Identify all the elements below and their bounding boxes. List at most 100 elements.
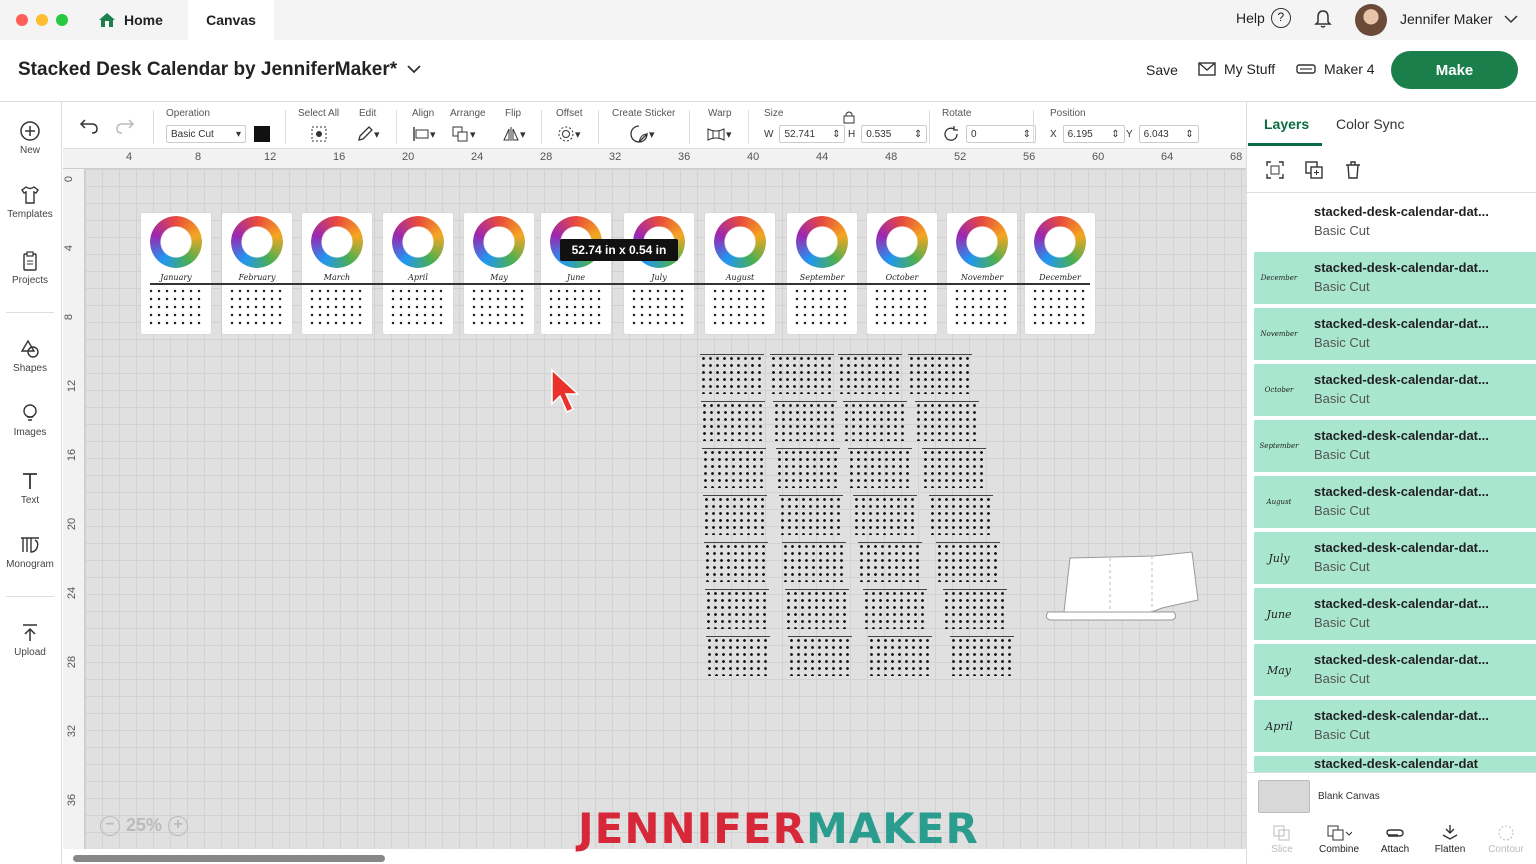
calendar-date-block[interactable]: [908, 354, 972, 394]
group-icon[interactable]: [1265, 160, 1285, 180]
calendar-date-block[interactable]: [776, 448, 840, 488]
calendar-date-block[interactable]: [936, 542, 1000, 582]
contour-button[interactable]: Contour: [1478, 824, 1534, 855]
sidebar-item-monogram[interactable]: Monogram: [0, 534, 60, 570]
calendar-date-block[interactable]: [863, 589, 927, 629]
rotate-input[interactable]: 0 ⇕: [966, 125, 1036, 143]
user-menu[interactable]: Jennifer Maker: [1400, 11, 1519, 27]
arrange-button[interactable]: ▾: [452, 124, 476, 144]
month-card[interactable]: March: [302, 213, 372, 334]
calendar-date-block[interactable]: [950, 636, 1014, 676]
align-button[interactable]: ▾: [412, 124, 436, 144]
sidebar-item-text[interactable]: Text: [0, 470, 60, 506]
trash-icon[interactable]: [1343, 160, 1363, 180]
calendar-date-block[interactable]: [770, 354, 834, 394]
layer-row[interactable]: September stacked-desk-calendar-dat... Bas…: [1254, 420, 1536, 472]
flatten-button[interactable]: Flatten: [1422, 824, 1478, 855]
tab-canvas[interactable]: Canvas: [188, 0, 274, 40]
calendar-date-block[interactable]: [702, 448, 766, 488]
calendar-date-block[interactable]: [838, 354, 902, 394]
tab-home[interactable]: Home: [88, 0, 188, 40]
window-close-button[interactable]: [16, 14, 28, 26]
sidebar-item-upload[interactable]: Upload: [0, 622, 60, 658]
horizontal-scrollbar[interactable]: [73, 855, 385, 862]
calendar-date-block[interactable]: [843, 401, 907, 441]
month-card[interactable]: September: [787, 213, 857, 334]
calendar-date-block[interactable]: [915, 401, 979, 441]
month-card[interactable]: October: [867, 213, 937, 334]
layer-row[interactable]: August stacked-desk-calendar-dat... Basic …: [1254, 476, 1536, 528]
chevron-down-icon[interactable]: [406, 62, 422, 76]
select-all-button[interactable]: [310, 124, 328, 144]
sidebar-item-templates[interactable]: Templates: [0, 184, 60, 220]
month-card[interactable]: July: [624, 213, 694, 334]
width-input[interactable]: 52.741 ⇕: [779, 125, 846, 143]
calendar-date-block[interactable]: [703, 495, 767, 535]
machine-selector[interactable]: Maker 4: [1296, 61, 1375, 77]
calendar-date-block[interactable]: [868, 636, 932, 676]
calendar-date-block[interactable]: [706, 636, 770, 676]
color-swatch[interactable]: [254, 126, 270, 142]
month-card[interactable]: January: [141, 213, 211, 334]
month-card[interactable]: November: [947, 213, 1017, 334]
calendar-date-block[interactable]: [773, 401, 837, 441]
sidebar-item-images[interactable]: Images: [0, 402, 60, 438]
month-card[interactable]: May: [464, 213, 534, 334]
calendar-date-block[interactable]: [779, 495, 843, 535]
duplicate-icon[interactable]: [1304, 160, 1324, 180]
save-button[interactable]: Save: [1146, 62, 1178, 78]
x-position-input[interactable]: 6.195 ⇕: [1062, 125, 1125, 143]
sidebar-item-shapes[interactable]: Shapes: [0, 338, 60, 374]
sidebar-item-new[interactable]: New: [0, 120, 60, 156]
calendar-date-block[interactable]: [853, 495, 917, 535]
avatar[interactable]: [1355, 4, 1387, 36]
calendar-date-block[interactable]: [700, 354, 764, 394]
layer-row[interactable]: November stacked-desk-calendar-dat... Basi…: [1254, 308, 1536, 360]
operation-dropdown[interactable]: Basic Cut ▾: [166, 124, 270, 144]
tab-color-sync[interactable]: Color Sync: [1336, 116, 1404, 132]
height-input[interactable]: 0.535 ⇕: [861, 125, 928, 143]
help-button[interactable]: Help ?: [1236, 8, 1291, 28]
slice-button[interactable]: Slice: [1254, 824, 1310, 855]
y-position-input[interactable]: 6.043 ⇕: [1138, 125, 1199, 143]
lock-icon[interactable]: [843, 110, 855, 124]
calendar-date-block[interactable]: [788, 636, 852, 676]
layer-row[interactable]: July stacked-desk-calendar-dat... Basic Cu…: [1254, 532, 1536, 584]
blank-canvas-thumbnail[interactable]: [1258, 780, 1310, 813]
calendar-date-block[interactable]: [848, 448, 912, 488]
month-card[interactable]: December: [1025, 213, 1095, 334]
redo-icon[interactable]: [115, 117, 135, 135]
make-button[interactable]: Make: [1391, 51, 1518, 89]
calendar-date-block[interactable]: [858, 542, 922, 582]
month-card[interactable]: June: [541, 213, 611, 334]
layer-row[interactable]: October stacked-desk-calendar-dat... Basic…: [1254, 364, 1536, 416]
undo-icon[interactable]: [79, 117, 99, 135]
layer-row[interactable]: December stacked-desk-calendar-dat... Basi…: [1254, 252, 1536, 304]
window-maximize-button[interactable]: [56, 14, 68, 26]
my-stuff-button[interactable]: My Stuff: [1198, 61, 1275, 77]
page-title[interactable]: Stacked Desk Calendar by JenniferMaker*: [18, 59, 397, 81]
month-card[interactable]: August: [705, 213, 775, 334]
calendar-date-block[interactable]: [785, 589, 849, 629]
layer-row[interactable]: stacked-desk-calendar-dat... Basic Cut: [1254, 196, 1536, 248]
attach-button[interactable]: Attach: [1367, 824, 1423, 855]
layer-row[interactable]: stacked-desk-calendar-dat: [1254, 756, 1536, 772]
zoom-out-button[interactable]: −: [100, 815, 120, 836]
layer-row[interactable]: April stacked-desk-calendar-dat... Basic C…: [1254, 700, 1536, 752]
zoom-in-button[interactable]: +: [168, 815, 189, 836]
calendar-date-block[interactable]: [782, 542, 846, 582]
tab-layers[interactable]: Layers: [1264, 116, 1309, 132]
warp-button[interactable]: ▾: [706, 124, 732, 144]
calendar-date-block[interactable]: [704, 542, 768, 582]
calendar-date-block[interactable]: [701, 401, 765, 441]
create-sticker-button[interactable]: ▾: [629, 124, 655, 144]
combine-button[interactable]: Combine: [1311, 824, 1367, 855]
calendar-date-block[interactable]: [943, 589, 1007, 629]
layer-row[interactable]: June stacked-desk-calendar-dat... Basic Cu…: [1254, 588, 1536, 640]
calendar-date-block[interactable]: [922, 448, 986, 488]
notification-bell-icon[interactable]: [1312, 8, 1334, 30]
month-card[interactable]: April: [383, 213, 453, 334]
flip-button[interactable]: ▾: [502, 124, 526, 144]
sidebar-item-projects[interactable]: Projects: [0, 250, 60, 286]
calendar-date-block[interactable]: [929, 495, 993, 535]
